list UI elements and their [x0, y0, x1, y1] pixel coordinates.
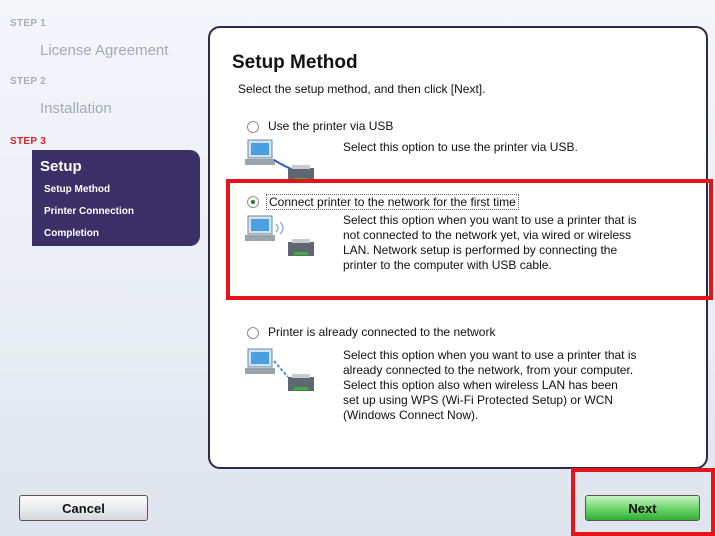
- next-button[interactable]: Next: [585, 495, 700, 521]
- page-title: Setup Method: [232, 52, 358, 73]
- current-step-panel: Setup Setup Method Printer Connection Co…: [32, 150, 200, 246]
- step2-title: Installation: [40, 100, 112, 117]
- already-connected-desc-line2: already connected to the network, from y…: [343, 363, 634, 377]
- step3-label: STEP 3: [10, 136, 47, 147]
- already-connected-desc-line5: (Windows Connect Now).: [343, 408, 479, 422]
- already-connected-icon: [245, 348, 314, 391]
- usb-option-desc: Select this option to use the printer vi…: [343, 140, 578, 154]
- already-connected-option-label[interactable]: Printer is already connected to the netw…: [268, 325, 495, 339]
- highlight-network-option: [226, 179, 713, 300]
- already-connected-radio[interactable]: [247, 327, 259, 339]
- already-connected-desc-line3: Select this option also when wireless LA…: [343, 378, 618, 392]
- page-subtitle: Select the setup method, and then click …: [238, 82, 486, 96]
- sidebar-item-completion: Completion: [44, 228, 99, 239]
- usb-option-label[interactable]: Use the printer via USB: [268, 119, 393, 133]
- step1-label: STEP 1: [10, 18, 47, 29]
- step1-title: License Agreement: [40, 42, 169, 59]
- cancel-button[interactable]: Cancel: [19, 495, 148, 521]
- installer-window: STEP 1 License Agreement STEP 2 Installa…: [0, 0, 715, 536]
- usb-radio[interactable]: [247, 121, 259, 133]
- step2-label: STEP 2: [10, 76, 47, 87]
- already-connected-desc-line4: set up using WPS (Wi-Fi Protected Setup)…: [343, 393, 614, 407]
- sidebar-item-setup-method: Setup Method: [44, 184, 111, 195]
- sidebar-item-printer-connection: Printer Connection: [44, 206, 135, 217]
- panel-title: Setup: [40, 158, 82, 175]
- already-connected-desc-line1: Select this option when you want to use …: [343, 348, 637, 362]
